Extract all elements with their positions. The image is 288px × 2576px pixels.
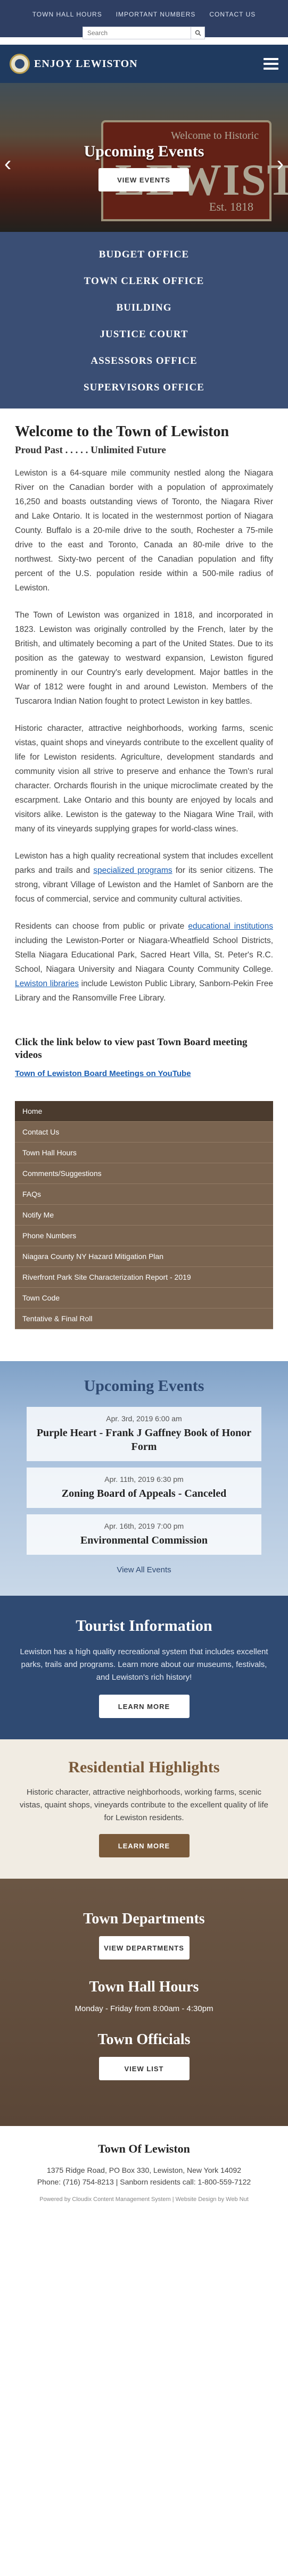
tourist-text: Lewiston has a high quality recreational…	[20, 1647, 268, 1682]
site-header: ENJOY LEWISTON	[0, 45, 288, 83]
specialized-programs-link[interactable]: specialized programs	[93, 866, 172, 875]
event-title: Environmental Commission	[80, 1535, 208, 1546]
town-clerk-office-link[interactable]: TOWN CLERK OFFICE	[0, 268, 288, 295]
view-list-button[interactable]: VIEW LIST	[98, 2057, 190, 2080]
hours-text: Monday - Friday from 8:00am - 4:30pm	[75, 2004, 213, 2013]
view-events-button[interactable]: VIEW EVENTS	[98, 168, 189, 191]
residential-text: Historic character, attractive neighborh…	[20, 1788, 268, 1822]
site-footer: Town Of Lewiston 1375 Ridge Road, PO Box…	[0, 2126, 288, 2213]
footer-address: 1375 Ridge Road, PO Box 330, Lewiston, N…	[46, 2166, 242, 2174]
tourist-title: Tourist Information	[76, 1617, 212, 1635]
important-numbers-link[interactable]: IMPORTANT NUMBERS	[116, 11, 196, 18]
side-menu: Home Contact Us Town Hall Hours Comments…	[15, 1101, 273, 1329]
tourist-learn-more-button[interactable]: LEARN MORE	[98, 1695, 190, 1718]
town-hall-hours-link[interactable]: TOWN HALL HOURS	[32, 11, 102, 18]
event-card[interactable]: Apr. 3rd, 2019 6:00 am Purple Heart - Fr…	[27, 1407, 261, 1461]
footer-title: Town Of Lewiston	[98, 2142, 190, 2155]
officials-title: Town Officials	[97, 2031, 191, 2048]
search-button[interactable]	[191, 27, 205, 39]
search-icon	[195, 30, 201, 36]
assessors-office-link[interactable]: ASSESSORS OFFICE	[0, 348, 288, 374]
event-date: Apr. 11th, 2019 6:30 pm	[104, 1475, 184, 1483]
residential-learn-more-button[interactable]: LEARN MORE	[98, 1834, 190, 1857]
menu-item-contact-us[interactable]: Contact Us	[15, 1122, 273, 1143]
justice-court-link[interactable]: JUSTICE COURT	[0, 321, 288, 348]
education-paragraph: Residents can choose from public or priv…	[15, 919, 273, 1005]
educational-institutions-link[interactable]: educational institutions	[188, 922, 273, 931]
event-date: Apr. 16th, 2019 7:00 pm	[104, 1522, 184, 1530]
officials-block: Town Officials VIEW LIST	[16, 2031, 272, 2080]
menu-item-notify-me[interactable]: Notify Me	[15, 1205, 273, 1226]
town-seal-icon	[10, 54, 30, 74]
menu-item-phone-numbers[interactable]: Phone Numbers	[15, 1226, 273, 1246]
utility-links: TOWN HALL HOURS IMPORTANT NUMBERS CONTAC…	[0, 0, 288, 18]
education-text-mid: including the Lewiston-Porter or Niagara…	[15, 936, 273, 974]
character-paragraph: Historic character, attractive neighborh…	[15, 724, 273, 833]
departments-block: Town Departments VIEW DEPARTMENTS	[16, 1911, 272, 1960]
search-input[interactable]	[83, 27, 191, 39]
menu-item-tentative-roll[interactable]: Tentative & Final Roll	[15, 1308, 273, 1329]
view-departments-button[interactable]: VIEW DEPARTMENTS	[98, 1936, 190, 1960]
office-nav: BUDGET OFFICE TOWN CLERK OFFICE BUILDING…	[0, 232, 288, 409]
search-bar	[83, 27, 205, 39]
meetings-heading: Click the link below to view past Town B…	[15, 1037, 248, 1061]
residential-section: Residential Highlights Historic characte…	[0, 1739, 288, 1879]
residential-title: Residential Highlights	[68, 1758, 220, 1776]
tourist-info-section: Tourist Information Lewiston has a high …	[0, 1596, 288, 1739]
upcoming-events-section: Upcoming Events Apr. 3rd, 2019 6:00 am P…	[0, 1361, 288, 1596]
logo-text: ENJOY LEWISTON	[34, 57, 138, 70]
contact-us-link[interactable]: CONTACT US	[209, 11, 256, 18]
education-text: Residents can choose from public or priv…	[15, 922, 188, 931]
menu-item-comments[interactable]: Comments/Suggestions	[15, 1163, 273, 1184]
event-date: Apr. 3rd, 2019 6:00 am	[106, 1414, 182, 1423]
youtube-meetings-link[interactable]: Town of Lewiston Board Meetings on YouTu…	[15, 1069, 191, 1078]
menu-item-town-hall-hours[interactable]: Town Hall Hours	[15, 1143, 273, 1163]
menu-item-faqs[interactable]: FAQs	[15, 1184, 273, 1205]
site-logo[interactable]: ENJOY LEWISTON	[10, 54, 138, 74]
event-card[interactable]: Apr. 16th, 2019 7:00 pm Environmental Co…	[27, 1514, 261, 1555]
menu-item-riverfront-report[interactable]: Riverfront Park Site Characterization Re…	[15, 1267, 273, 1288]
events-title: Upcoming Events	[84, 1377, 204, 1395]
recreation-paragraph: Lewiston has a high quality recreational…	[15, 849, 273, 906]
menu-item-hazard-plan[interactable]: Niagara County NY Hazard Mitigation Plan	[15, 1246, 273, 1267]
departments-title: Town Departments	[83, 1911, 205, 1927]
budget-office-link[interactable]: BUDGET OFFICE	[0, 241, 288, 268]
hero-title: Upcoming Events	[84, 143, 204, 160]
utility-bar: TOWN HALL HOURS IMPORTANT NUMBERS CONTAC…	[0, 0, 288, 39]
hours-title: Town Hall Hours	[89, 1979, 199, 1995]
footer-phone: Phone: (716) 754-8213 | Sanborn resident…	[37, 2178, 251, 2186]
welcome-paragraph: Lewiston is a 64-square mile community n…	[15, 469, 273, 593]
lewiston-libraries-link[interactable]: Lewiston libraries	[15, 979, 79, 988]
event-title: Zoning Board of Appeals - Canceled	[61, 1488, 227, 1499]
supervisors-office-link[interactable]: SUPERVISORS OFFICE	[0, 374, 288, 401]
menu-item-town-code[interactable]: Town Code	[15, 1288, 273, 1308]
footer-powered-by: Powered by Cloudix Content Management Sy…	[39, 2196, 249, 2203]
meetings-section: Click the link below to view past Town B…	[0, 1029, 288, 1095]
welcome-subtitle: Proud Past . . . . . Unlimited Future	[15, 445, 166, 456]
building-link[interactable]: BUILDING	[0, 295, 288, 321]
welcome-section: Welcome to the Town of Lewiston Proud Pa…	[0, 409, 288, 1029]
history-paragraph: The Town of Lewiston was organized in 18…	[15, 611, 273, 706]
hero-slider: Welcome to Historic LEWIST Est. 1818 ‹ ›…	[0, 83, 288, 232]
event-card[interactable]: Apr. 11th, 2019 6:30 pm Zoning Board of …	[27, 1468, 261, 1508]
welcome-title: Welcome to the Town of Lewiston	[15, 423, 229, 440]
departments-section: Town Departments VIEW DEPARTMENTS Town H…	[0, 1879, 288, 2126]
event-title: Purple Heart - Frank J Gaffney Book of H…	[36, 1427, 252, 1453]
menu-item-home[interactable]: Home	[15, 1101, 273, 1122]
menu-icon[interactable]	[264, 58, 278, 70]
view-all-events-link[interactable]: View All Events	[0, 1565, 288, 1574]
